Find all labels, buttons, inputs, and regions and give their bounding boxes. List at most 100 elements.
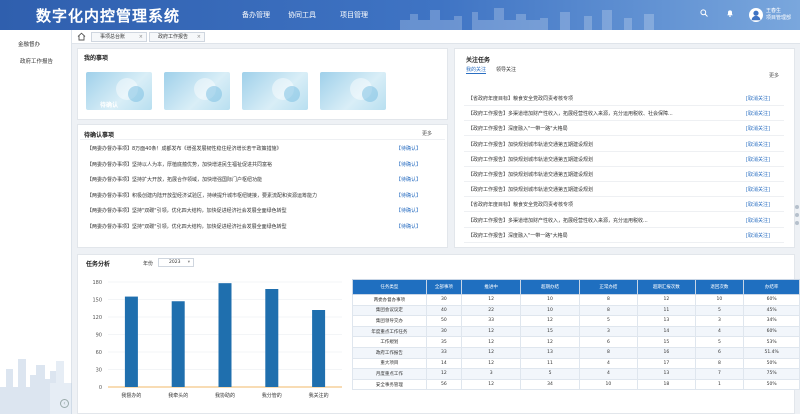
scroll-indicator[interactable] [795, 205, 799, 209]
table-cell: 18 [637, 378, 696, 391]
watch-item[interactable]: 【政府工作报告】加快规划城市轨道交通第五期建设规划 [468, 171, 593, 178]
watch-item[interactable]: 【政府工作报告】深度融入"一带一路"大格局 [468, 125, 568, 132]
row-divider [464, 165, 784, 167]
table-row[interactable]: 月度重点工作 12 3 5 4 13 7 75% [352, 368, 800, 380]
pending-more-link[interactable]: 更多 [422, 130, 432, 137]
unfollow-link[interactable]: [取消关注] [746, 217, 770, 224]
watch-item[interactable]: 【政府工作报告】多渠道增加财产性收入，拓展经营性收入来源，充分运用税收... [468, 217, 648, 224]
scroll-indicator[interactable] [795, 213, 799, 217]
table-row[interactable]: 集团领导交办 50 33 12 5 13 3 34% [352, 315, 800, 327]
watch-item[interactable]: 【政府工作报告】深度融入"一带一路"大格局 [468, 232, 568, 239]
table-row[interactable]: 工作規划 35 12 12 6 15 5 53% [352, 336, 800, 348]
task-type-cell: 集团领导交办 [352, 315, 427, 327]
my-item-card[interactable] [242, 72, 308, 110]
close-icon[interactable]: × [197, 33, 201, 41]
search-icon[interactable] [700, 9, 708, 19]
pending-title: 待确认事项 [84, 132, 115, 139]
pending-item[interactable]: 【两委办督办事项】坚持扩大开放，拓展合作领域，加快增强国际门户枢纽功能 [87, 176, 262, 183]
sidebar-item-finance[interactable]: 金融督办 [18, 40, 40, 48]
table-cell: 5 [520, 368, 580, 380]
watch-item[interactable]: 【政府工作报告】加快规划城市轨道交通第五期建设规划 [468, 186, 593, 193]
table-cell: 51.4% [743, 346, 800, 359]
user-info[interactable]: 王春生 项目管理部 [766, 8, 791, 22]
close-icon[interactable]: × [139, 33, 143, 41]
watch-more-link[interactable]: 更多 [769, 72, 779, 79]
bar [218, 283, 232, 387]
table-cell: 50 [425, 315, 462, 327]
unfollow-link[interactable]: [取消关注] [746, 232, 770, 239]
table-row[interactable]: 重大项目 14 12 11 4 17 8 50% [352, 357, 800, 370]
table-header-cell: 推进中 [460, 279, 522, 295]
confirm-link[interactable]: 【待确认】 [396, 223, 421, 230]
confirm-link[interactable]: 【待确认】 [396, 192, 421, 199]
unfollow-link[interactable]: [取消关注] [746, 110, 770, 117]
table-cell: 45% [743, 304, 800, 317]
table-row[interactable]: 安全事务管理 56 12 34 10 18 1 50% [352, 378, 800, 391]
pending-item[interactable]: 【两委办督办事项】坚持"双碳"引领，优化四大结构，加快促进经济社会发展全面绿色转… [87, 207, 287, 214]
collapse-sidebar-button[interactable]: ‹ [60, 399, 69, 408]
tab-ledger[interactable]: 事项总台账 × [91, 32, 147, 42]
confirm-link[interactable]: 【待确认】 [396, 207, 421, 214]
pending-item[interactable]: 【两委办督办事项】坚持以人为本，厚植底蕴优势，加快增进民生福祉促进共同富裕 [87, 161, 272, 168]
avatar[interactable] [749, 8, 763, 22]
unfollow-link[interactable]: [取消关注] [746, 156, 770, 163]
confirm-link[interactable]: 【待确认】 [396, 145, 421, 152]
row-divider [464, 241, 784, 243]
y-tick-label: 60 [96, 350, 102, 356]
confirm-link[interactable]: 【待确认】 [396, 176, 421, 183]
unfollow-link[interactable]: [取消关注] [746, 125, 770, 132]
watch-item[interactable]: 【省政府年度目标】粮食安全党政同责考核专项 [468, 95, 573, 102]
my-item-card[interactable] [164, 72, 230, 110]
bell-icon[interactable] [726, 9, 734, 19]
unfollow-link[interactable]: [取消关注] [746, 201, 770, 208]
table-cell: 15 [520, 325, 580, 338]
home-icon[interactable] [77, 32, 86, 43]
table-cell: 14 [637, 325, 696, 338]
row-divider [464, 196, 784, 198]
table-cell: 50% [743, 378, 800, 391]
watch-item[interactable]: 【政府工作报告】加快规划城市轨道交通第五期建设规划 [468, 156, 593, 163]
tab-leader-watch[interactable]: 领导关注 [496, 66, 516, 73]
table-row[interactable]: 集团会议议定 40 22 10 8 11 5 45% [352, 304, 800, 317]
app-title: 数字化内控管理系统 [36, 7, 181, 25]
unfollow-link[interactable]: [取消关注] [746, 95, 770, 102]
nav-item-projects[interactable]: 项目管理 [340, 10, 368, 20]
unfollow-link[interactable]: [取消关注] [746, 141, 770, 148]
x-tick-label: 我分管的 [262, 392, 282, 399]
pending-item[interactable]: 【两委办督办事项】积极创建内陆开放型经济试验区，持续提升城市枢纽链接，要素流配和… [87, 192, 317, 199]
table-cell: 10 [578, 378, 639, 391]
watch-item[interactable]: 【政府工作报告】加快规划城市轨道交通第五期建设规划 [468, 141, 593, 148]
my-item-card[interactable]: 待确认 [86, 72, 152, 110]
confirm-link[interactable]: 【待确认】 [396, 161, 421, 168]
nav-item-duban[interactable]: 备办管理 [242, 10, 270, 20]
scroll-indicator[interactable] [795, 221, 799, 225]
year-select[interactable]: 2023 ▾ [158, 258, 194, 267]
unfollow-link[interactable]: [取消关注] [746, 186, 770, 193]
my-items-title: 我的事项 [84, 55, 109, 62]
sidebar: 金融督办 政府工作报告 ‹ [0, 30, 72, 414]
table-cell: 5 [694, 304, 745, 317]
table-cell: 22 [460, 304, 522, 317]
tab-my-watch[interactable]: 我的关注 [466, 66, 487, 74]
my-item-card[interactable] [320, 72, 386, 110]
pending-item[interactable]: 【两委办督办事项】坚持"双碳"引领，优化四大结构，加快促进经济社会发展全面绿色转… [87, 223, 287, 230]
table-row[interactable]: 年度重点工作任务 30 12 15 3 14 4 60% [352, 325, 800, 338]
table-cell: 12 [460, 294, 522, 306]
nav-item-tools[interactable]: 协同工具 [288, 10, 316, 20]
tab-gov-report[interactable]: 政府工作报告 × [149, 32, 205, 42]
watch-item[interactable]: 【省政府年度目标】粮食安全党政同责考核专项 [468, 201, 573, 208]
table-cell: 17 [637, 357, 696, 370]
sidebar-item-gov-report[interactable]: 政府工作报告 [20, 57, 53, 65]
watch-item[interactable]: 【政府工作报告】多渠道增加财产性收入，拓展经营性收入来源，充分运用税收、社会保障… [468, 110, 673, 117]
table-cell: 50% [743, 357, 800, 370]
task-type-cell: 工作規划 [352, 336, 427, 348]
pending-item[interactable]: 【两委办督办事项】8万面40条！成都发布《增强发展韧性稳住经济增长若干政策措施》 [87, 145, 282, 152]
table-row[interactable]: 两委办督办事项 30 12 10 8 12 10 60% [352, 294, 800, 306]
table-cell: 12 [520, 315, 580, 327]
task-type-cell: 集团会议议定 [352, 304, 427, 317]
table-cell: 3 [460, 368, 522, 380]
table-cell: 8 [578, 346, 639, 359]
table-row[interactable]: 政府工作报告 33 12 13 8 16 6 51.4% [352, 346, 800, 359]
unfollow-link[interactable]: [取消关注] [746, 171, 770, 178]
task-table: 任务类型 全部事项 推进中 超期办结 正常办结 超期汇报次数 退回次数 办结率 两委办督办事项… [352, 279, 800, 391]
